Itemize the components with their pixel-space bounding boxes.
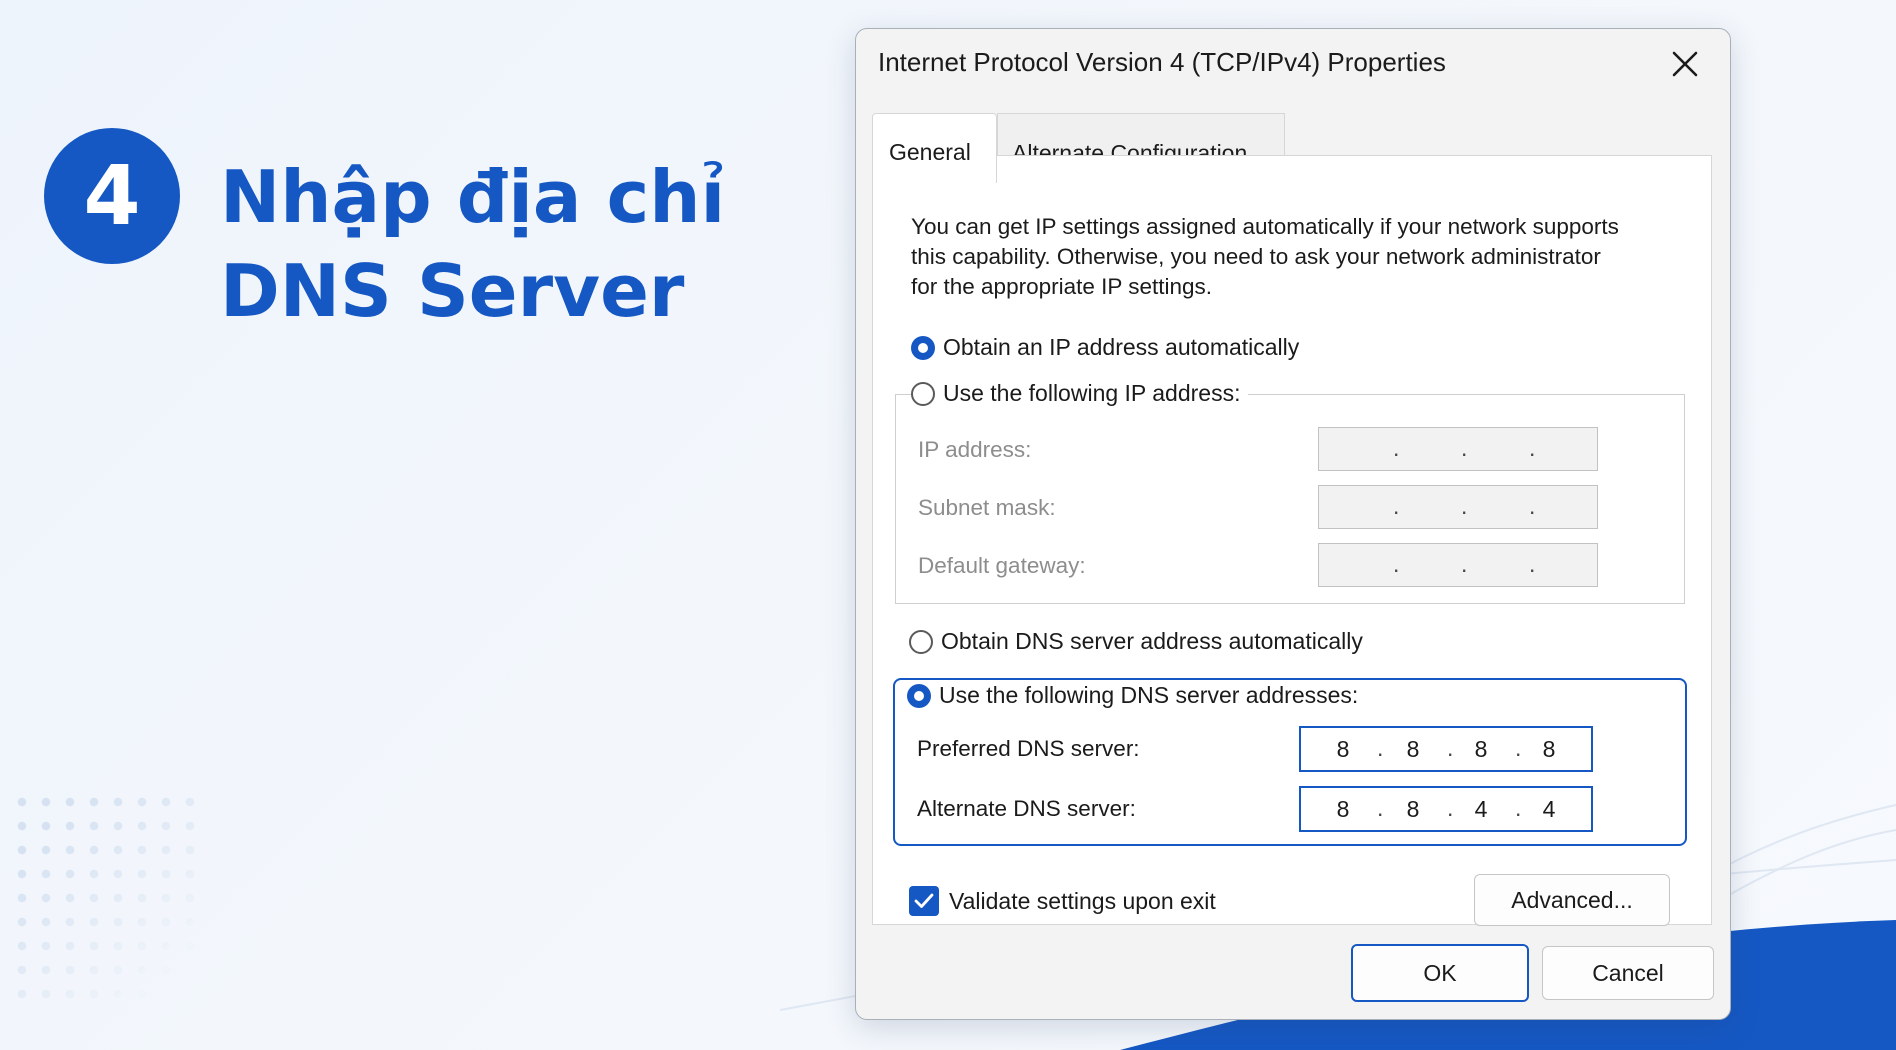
default-gateway-label: Default gateway:: [918, 553, 1086, 578]
step-title: Nhập địa chỉ DNS Server: [220, 150, 740, 338]
obtain-dns-automatically-radio[interactable]: [909, 629, 933, 654]
use-following-ip-label: Use the following IP address:: [943, 380, 1241, 406]
use-following-dns-radio[interactable]: [907, 683, 931, 708]
ip-address-label: IP address:: [918, 437, 1032, 462]
subnet-mask-label: Subnet mask:: [918, 495, 1056, 520]
ok-button[interactable]: OK: [1351, 944, 1529, 1002]
preferred-dns-label: Preferred DNS server:: [917, 736, 1140, 761]
validate-settings-label: Validate settings upon exit: [949, 887, 1216, 914]
default-gateway-input[interactable]: ...: [1318, 543, 1598, 587]
use-following-ip-option[interactable]: Use the following IP address:: [911, 380, 1249, 407]
obtain-ip-automatically-radio[interactable]: [911, 335, 935, 360]
tab-general-label: General: [889, 139, 971, 165]
use-following-ip-radio[interactable]: [911, 381, 935, 406]
obtain-dns-automatically-option[interactable]: Obtain DNS server address automatically: [909, 628, 1371, 655]
preferred-dns-octet-3: 8: [1474, 736, 1488, 762]
dns-server-group: Use the following DNS server addresses: …: [893, 678, 1687, 846]
step-title-line-2: DNS Server: [220, 249, 685, 333]
alternate-dns-octet-2: 8: [1406, 796, 1420, 822]
advanced-button[interactable]: Advanced...: [1474, 874, 1670, 926]
general-tab-panel: You can get IP settings assigned automat…: [872, 155, 1712, 926]
checkmark-icon: [914, 893, 934, 908]
description-line: this capability. Otherwise, you need to …: [911, 244, 1601, 269]
use-following-dns-label: Use the following DNS server addresses:: [939, 682, 1359, 708]
validate-settings-checkbox[interactable]: [909, 886, 939, 916]
obtain-ip-automatically-label: Obtain an IP address automatically: [943, 334, 1300, 360]
dialog-titlebar: Internet Protocol Version 4 (TCP/IPv4) P…: [856, 29, 1730, 99]
validate-settings-option[interactable]: Validate settings upon exit: [909, 886, 1216, 916]
alternate-dns-label: Alternate DNS server:: [917, 796, 1136, 821]
subnet-mask-input[interactable]: ...: [1318, 485, 1598, 529]
obtain-dns-automatically-label: Obtain DNS server address automatically: [941, 628, 1363, 654]
alternate-dns-octet-4: 4: [1542, 796, 1556, 822]
description-line: for the appropriate IP settings.: [911, 274, 1213, 299]
preferred-dns-input[interactable]: 8 . 8 . 8 . 8: [1299, 726, 1593, 772]
tcp-ipv4-properties-dialog: Internet Protocol Version 4 (TCP/IPv4) P…: [855, 28, 1731, 1020]
ip-address-group: IP address: ... Subnet mask: ... Default…: [895, 394, 1685, 604]
ip-address-input[interactable]: ...: [1318, 427, 1598, 471]
preferred-dns-octet-1: 8: [1336, 736, 1350, 762]
step-number-badge: 4: [44, 128, 180, 264]
alternate-dns-octet-1: 8: [1336, 796, 1350, 822]
alternate-dns-octet-3: 4: [1474, 796, 1488, 822]
preferred-dns-octet-2: 8: [1406, 736, 1420, 762]
preferred-dns-octet-4: 8: [1542, 736, 1556, 762]
description-line: You can get IP settings assigned automat…: [911, 214, 1619, 239]
step-title-line-1: Nhập địa chỉ: [220, 155, 726, 239]
close-icon[interactable]: [1668, 47, 1702, 81]
dialog-title: Internet Protocol Version 4 (TCP/IPv4) P…: [878, 47, 1446, 77]
use-following-dns-option[interactable]: Use the following DNS server addresses:: [907, 682, 1366, 709]
alternate-dns-input[interactable]: 8 . 8 . 4 . 4: [1299, 786, 1593, 832]
obtain-ip-automatically-option[interactable]: Obtain an IP address automatically: [911, 334, 1308, 361]
tab-general[interactable]: General: [872, 113, 997, 183]
cancel-button[interactable]: Cancel: [1542, 946, 1714, 1000]
description-text: You can get IP settings assigned automat…: [911, 212, 1691, 302]
dot-pattern-decoration: [10, 790, 210, 1010]
